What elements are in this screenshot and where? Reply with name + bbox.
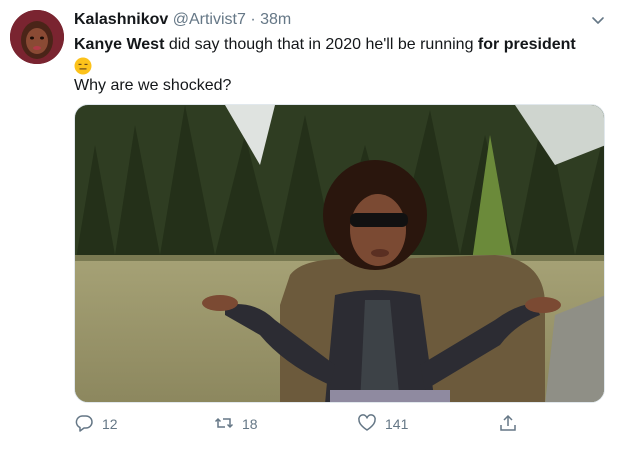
retweet-icon (214, 413, 234, 436)
tweet-media-image[interactable] (74, 104, 605, 403)
reply-count: 12 (102, 416, 118, 432)
share-button[interactable] (498, 412, 518, 436)
reply-button[interactable]: 12 (74, 412, 118, 436)
tweet-text-line2: Why are we shocked? (74, 77, 232, 94)
tweet-text-mid: did say though that in 2020 he'll be run… (164, 36, 478, 53)
tweet: Kalashnikov @Artivist7 · 38m Kanye West … (0, 0, 620, 450)
like-button[interactable]: 141 (357, 412, 408, 436)
timestamp[interactable]: 38m (260, 11, 291, 28)
retweet-count: 18 (242, 416, 258, 432)
expressionless-face-emoji (74, 57, 92, 75)
separator: · (250, 11, 256, 28)
tweet-text-bold: for president (477, 36, 576, 53)
user-handle[interactable]: @Artivist7 (173, 11, 246, 28)
reply-icon (74, 413, 94, 436)
avatar[interactable] (10, 10, 64, 64)
like-count: 141 (385, 416, 409, 432)
tweet-header: Kalashnikov @Artivist7 · 38m (74, 10, 291, 30)
tweet-actions: 12 18 141 (74, 412, 605, 436)
share-icon (498, 413, 518, 436)
chevron-down-icon[interactable] (590, 12, 606, 28)
display-name[interactable]: Kalashnikov (74, 11, 168, 28)
retweet-button[interactable]: 18 (214, 412, 258, 436)
like-icon (357, 413, 377, 436)
mention-kanye: Kanye West (74, 36, 165, 53)
tweet-text: Kanye West did say though that in 2020 h… (74, 34, 604, 75)
